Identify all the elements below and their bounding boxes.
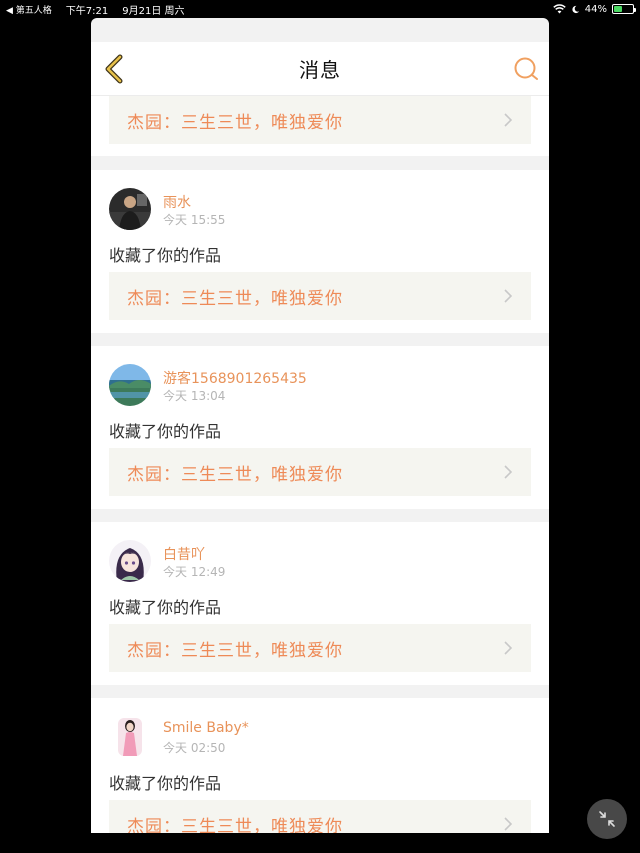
- work-title: 杰园：三生三世，唯独爱你: [127, 640, 343, 661]
- message-card: 游客1568901265435 今天 13:04 收藏了你的作品 杰园：三生三世…: [91, 346, 549, 509]
- status-left: ◀ 第五人格 下午7:21: [6, 2, 108, 17]
- work-title: 杰园：三生三世，唯独爱你: [127, 816, 343, 834]
- status-time: 下午7:21: [65, 5, 109, 17]
- nav-bar: 消息: [91, 42, 549, 96]
- chevron-right-icon: [504, 113, 513, 127]
- chevron-right-icon: [504, 641, 513, 655]
- message-card: 白昔吖 今天 12:49 收藏了你的作品 杰园：三生三世，唯独爱你: [91, 522, 549, 685]
- battery-fill: [614, 6, 622, 12]
- wifi-icon: [553, 4, 566, 14]
- battery-percent: 44%: [584, 3, 607, 15]
- message-action: 收藏了你的作品: [109, 598, 222, 617]
- work-link[interactable]: 杰园：三生三世，唯独爱你: [109, 624, 531, 672]
- search-button[interactable]: [513, 56, 539, 82]
- status-date: 9月21日 周六: [122, 5, 185, 17]
- message-time: 今天 12:49: [163, 565, 226, 579]
- work-title: 杰园：三生三世，唯独爱你: [127, 464, 343, 485]
- avatar[interactable]: [109, 540, 151, 582]
- chevron-right-icon: [504, 465, 513, 479]
- message-action: 收藏了你的作品: [109, 246, 222, 265]
- collapse-window-button[interactable]: [587, 799, 627, 839]
- message-time: 今天 02:50: [163, 741, 226, 755]
- work-title: 杰园：三生三世，唯独爱你: [127, 112, 343, 133]
- avatar[interactable]: [109, 716, 151, 758]
- message-sheet: 消息 杰园：三生三世，唯独爱你 雨水 今天 15:55 收藏了你的作品 杰园：三…: [91, 18, 549, 833]
- work-link[interactable]: 杰园：三生三世，唯独爱你: [109, 448, 531, 496]
- message-action: 收藏了你的作品: [109, 422, 222, 441]
- user-name[interactable]: Smile Baby*: [163, 720, 249, 736]
- message-card: 雨水 今天 15:55 收藏了你的作品 杰园：三生三世，唯独爱你: [91, 170, 549, 333]
- back-button[interactable]: [101, 54, 127, 84]
- message-action: 收藏了你的作品: [109, 774, 222, 793]
- chevron-right-icon: [504, 289, 513, 303]
- chevron-right-icon: [504, 817, 513, 831]
- user-name[interactable]: 游客1568901265435: [163, 368, 307, 388]
- back-to-app-link[interactable]: ◀ 第五人格: [6, 3, 52, 16]
- collapse-arrows-icon: [599, 811, 615, 827]
- work-title: 杰园：三生三世，唯独爱你: [127, 288, 343, 309]
- user-name[interactable]: 白昔吖: [163, 544, 205, 564]
- moon-icon: [572, 5, 579, 13]
- message-card-partial: 杰园：三生三世，唯独爱你: [91, 96, 549, 156]
- message-time: 今天 15:55: [163, 213, 226, 227]
- avatar[interactable]: [109, 364, 151, 406]
- message-card: Smile Baby* 今天 02:50 收藏了你的作品 杰园：三生三世，唯独爱…: [91, 698, 549, 833]
- chevron-left-icon: [105, 54, 123, 84]
- search-icon: [514, 57, 538, 80]
- battery-icon: [612, 4, 636, 14]
- page-title: 消息: [299, 58, 341, 82]
- work-link[interactable]: 杰园：三生三世，唯独爱你: [109, 96, 531, 144]
- work-link[interactable]: 杰园：三生三世，唯独爱你: [109, 800, 531, 833]
- avatar[interactable]: [109, 188, 151, 230]
- work-link[interactable]: 杰园：三生三世，唯独爱你: [109, 272, 531, 320]
- status-right: 44%: [553, 3, 636, 15]
- user-name[interactable]: 雨水: [163, 192, 191, 212]
- status-bar: ◀ 第五人格 下午7:21 9月21日 周六 44%: [0, 0, 640, 18]
- message-time: 今天 13:04: [163, 389, 226, 403]
